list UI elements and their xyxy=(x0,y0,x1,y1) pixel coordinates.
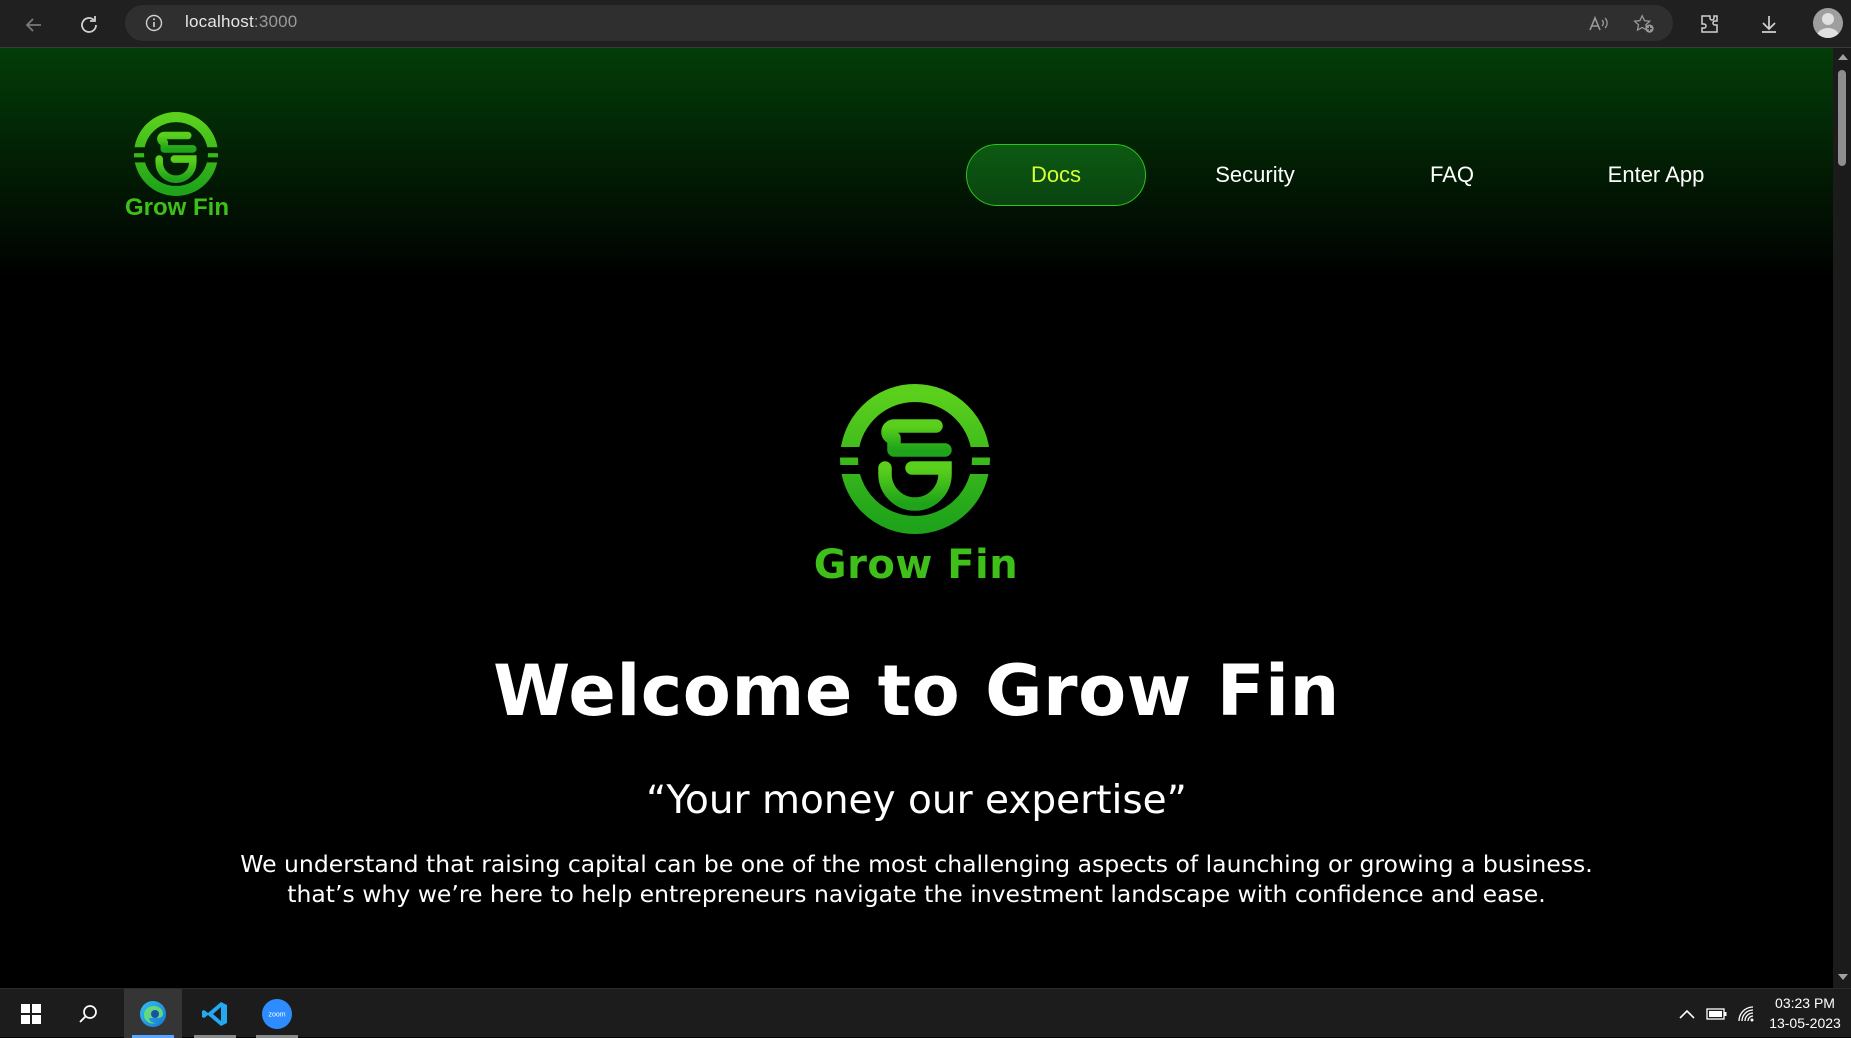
nav-enter-app[interactable]: Enter App xyxy=(1566,144,1746,206)
url-host: localhost xyxy=(185,12,254,31)
url-text: localhost:3000 xyxy=(185,12,297,32)
back-icon[interactable] xyxy=(17,8,51,42)
zoom-icon-label: zoom xyxy=(268,1011,285,1018)
chevron-up-icon[interactable] xyxy=(1676,1003,1698,1025)
hero-logo-icon xyxy=(840,384,990,534)
header-brand[interactable]: Grow Fin xyxy=(120,111,234,231)
hero-title: Welcome to Grow Fin xyxy=(493,650,1340,732)
hero-description: We understand that raising capital can b… xyxy=(240,850,1593,908)
url-port: :3000 xyxy=(253,12,298,31)
refresh-icon[interactable] xyxy=(72,8,106,42)
scroll-down-icon[interactable] xyxy=(1838,974,1848,980)
zoom-icon[interactable]: zoom xyxy=(248,989,306,1038)
battery-icon[interactable] xyxy=(1706,1003,1728,1025)
edge-icon[interactable] xyxy=(124,989,182,1038)
brand-name: Grow Fin xyxy=(125,194,229,221)
page-viewport: Grow Fin Docs Security FAQ Enter App Gro… xyxy=(0,48,1833,988)
search-icon[interactable] xyxy=(60,989,118,1038)
hero-tagline: “Your money our expertise” xyxy=(646,778,1187,823)
info-icon[interactable] xyxy=(145,14,163,32)
page-scrollbar[interactable] xyxy=(1833,48,1851,988)
nav-docs[interactable]: Docs xyxy=(966,144,1146,206)
windows-taskbar: zoom 03:23 PM 13-05-2023 xyxy=(0,988,1851,1038)
grow-fin-logo-icon xyxy=(134,112,218,196)
favorite-add-icon[interactable] xyxy=(1633,13,1655,35)
profile-avatar[interactable] xyxy=(1813,8,1843,38)
hero-brand-name: Grow Fin xyxy=(813,542,1019,588)
wifi-icon[interactable] xyxy=(1736,1003,1758,1025)
extensions-icon[interactable] xyxy=(1694,9,1724,39)
download-icon[interactable] xyxy=(1754,9,1784,39)
start-icon[interactable] xyxy=(2,989,60,1038)
browser-toolbar: localhost:3000 xyxy=(0,0,1851,48)
clock-time: 03:23 PM xyxy=(1775,995,1835,1011)
nav-faq[interactable]: FAQ xyxy=(1362,144,1542,206)
vscode-icon[interactable] xyxy=(186,989,244,1038)
read-aloud-icon[interactable] xyxy=(1587,13,1609,35)
address-bar[interactable]: localhost:3000 xyxy=(125,5,1673,41)
nav-security[interactable]: Security xyxy=(1165,144,1345,206)
scroll-thumb[interactable] xyxy=(1838,70,1846,166)
clock-date: 13-05-2023 xyxy=(1769,1015,1841,1031)
system-clock[interactable]: 03:23 PM 13-05-2023 xyxy=(1762,993,1848,1033)
scroll-up-icon[interactable] xyxy=(1838,54,1848,60)
